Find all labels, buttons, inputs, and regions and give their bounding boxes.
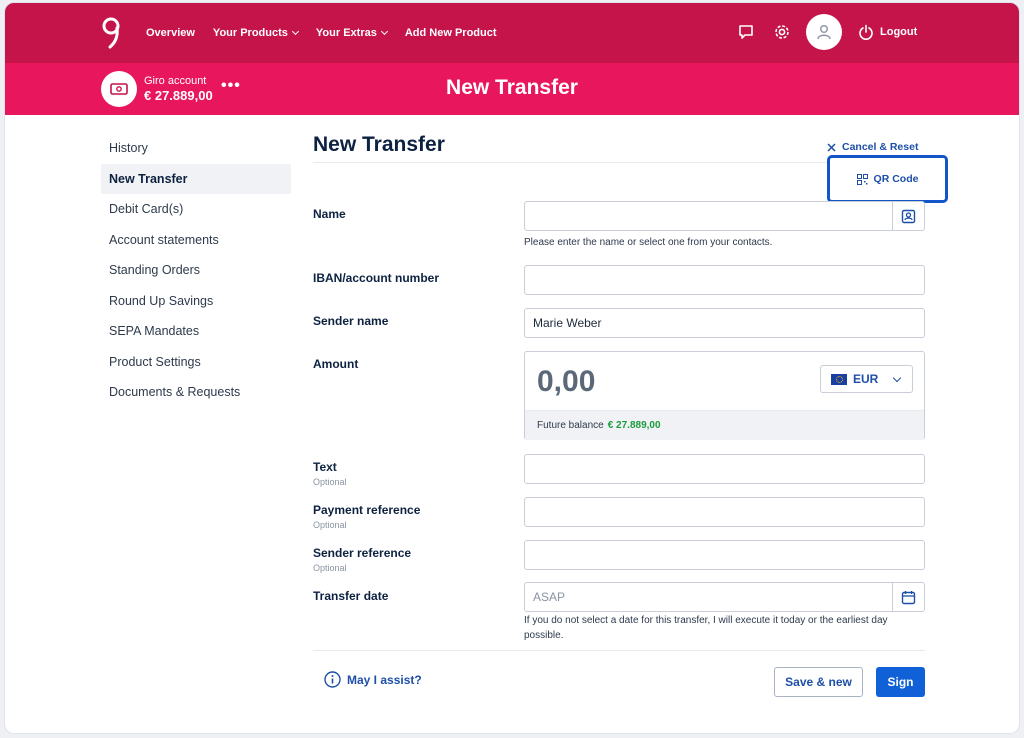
nav-add-new-product[interactable]: Add New Product: [405, 27, 497, 39]
top-navigation-bar: Overview Your Products Your Extras Add N…: [5, 3, 1019, 63]
assist-button[interactable]: May I assist?: [324, 671, 422, 688]
assist-label: May I assist?: [347, 672, 422, 687]
close-icon: [827, 142, 836, 152]
sidebar-item-standing-orders[interactable]: Standing Orders: [101, 255, 291, 286]
account-bar: Giro account € 27.889,00 ••• New Transfe…: [5, 63, 1019, 115]
currency-value: EUR: [853, 372, 879, 386]
user-icon: [817, 25, 831, 40]
text-label: Text: [313, 460, 337, 474]
payment-reference-input[interactable]: [524, 497, 925, 527]
sidebar-item-new-transfer[interactable]: New Transfer: [101, 163, 291, 194]
future-balance-label: Future balance: [537, 420, 604, 431]
logout-label: Logout: [880, 26, 918, 38]
sender-reference-label: Sender reference: [313, 546, 412, 560]
chevron-down-icon: [893, 373, 902, 382]
nav-your-products[interactable]: Your Products: [212, 27, 299, 39]
iban-input[interactable]: [524, 265, 925, 295]
sign-button[interactable]: Sign: [876, 667, 925, 697]
qr-code-icon: [856, 173, 868, 185]
payment-reference-label: Payment reference: [313, 503, 421, 517]
amount-input[interactable]: 0,00: [537, 365, 595, 399]
main-nav: Overview Your Products Your Extras Add N…: [146, 3, 497, 63]
iban-label: IBAN/account number: [313, 271, 440, 285]
app-window: Overview Your Products Your Extras Add N…: [4, 2, 1020, 734]
page-title: New Transfer: [446, 76, 578, 99]
calendar-icon: [901, 590, 916, 604]
transfer-date-placeholder: ASAP: [533, 590, 566, 604]
top-actions: Logout: [735, 14, 917, 50]
sidebar-item-product-settings[interactable]: Product Settings: [101, 347, 291, 378]
sender-reference-input[interactable]: [524, 540, 925, 570]
nav-your-extras-label: Your Extras: [315, 27, 377, 39]
info-icon: [324, 671, 341, 688]
sidebar-item-sepa-mandates[interactable]: SEPA Mandates: [101, 316, 291, 347]
qr-code-button[interactable]: QR Code: [827, 155, 948, 203]
sidebar-item-history[interactable]: History: [101, 133, 291, 164]
avatar[interactable]: [806, 14, 842, 50]
nav-your-products-label: Your Products: [212, 27, 288, 39]
form-title: New Transfer: [313, 133, 445, 156]
gear-icon[interactable]: [771, 21, 793, 43]
transfer-date-input[interactable]: ASAP: [524, 582, 925, 612]
name-label: Name: [313, 207, 346, 221]
nav-overview[interactable]: Overview: [146, 27, 195, 39]
future-balance-value: € 27.889,00: [607, 420, 661, 431]
power-icon: [859, 24, 873, 40]
qr-code-label: QR Code: [873, 173, 919, 185]
divider: [313, 650, 925, 651]
nav-overview-label: Overview: [146, 27, 195, 39]
amount-field: 0,00 EUR Future balance € 27.889,00: [524, 351, 925, 440]
nav-add-new-product-label: Add New Product: [404, 27, 497, 39]
save-new-button[interactable]: Save & new: [774, 667, 863, 697]
amount-label: Amount: [313, 357, 359, 371]
cancel-reset-button[interactable]: Cancel & Reset: [827, 141, 918, 153]
brand-logo-icon[interactable]: [100, 16, 122, 50]
nav-your-extras[interactable]: Your Extras: [315, 27, 388, 39]
sidebar-item-debit-cards[interactable]: Debit Card(s): [101, 194, 291, 225]
sender-name-label: Sender name: [313, 314, 389, 328]
eu-flag-icon: [831, 373, 847, 385]
cancel-reset-label: Cancel & Reset: [842, 141, 919, 153]
calendar-button[interactable]: [892, 583, 924, 611]
chat-icon[interactable]: [735, 21, 757, 43]
sidebar-item-documents-requests[interactable]: Documents & Requests: [101, 377, 291, 408]
sidebar-item-account-statements[interactable]: Account statements: [101, 225, 291, 256]
text-input[interactable]: [524, 454, 925, 484]
sidebar-item-round-up-savings[interactable]: Round Up Savings: [101, 286, 291, 317]
contact-book-icon: [901, 209, 916, 223]
payment-reference-optional: Optional: [313, 520, 347, 530]
name-input[interactable]: [524, 201, 925, 231]
future-balance: Future balance € 27.889,00: [525, 410, 924, 440]
sender-name-input[interactable]: Marie Weber: [524, 308, 925, 338]
sidebar: History New Transfer Debit Card(s) Accou…: [101, 133, 291, 408]
currency-select[interactable]: EUR: [820, 365, 913, 393]
chevron-down-icon: [291, 27, 299, 36]
name-hint: Please enter the name or select one from…: [524, 237, 773, 248]
logout-button[interactable]: Logout: [858, 24, 917, 40]
contacts-button[interactable]: [892, 202, 924, 230]
sender-reference-optional: Optional: [313, 563, 347, 573]
transfer-date-hint: If you do not select a date for this tra…: [524, 615, 888, 641]
text-optional: Optional: [313, 477, 347, 487]
transfer-date-label: Transfer date: [313, 589, 389, 603]
chevron-down-icon: [380, 27, 388, 36]
